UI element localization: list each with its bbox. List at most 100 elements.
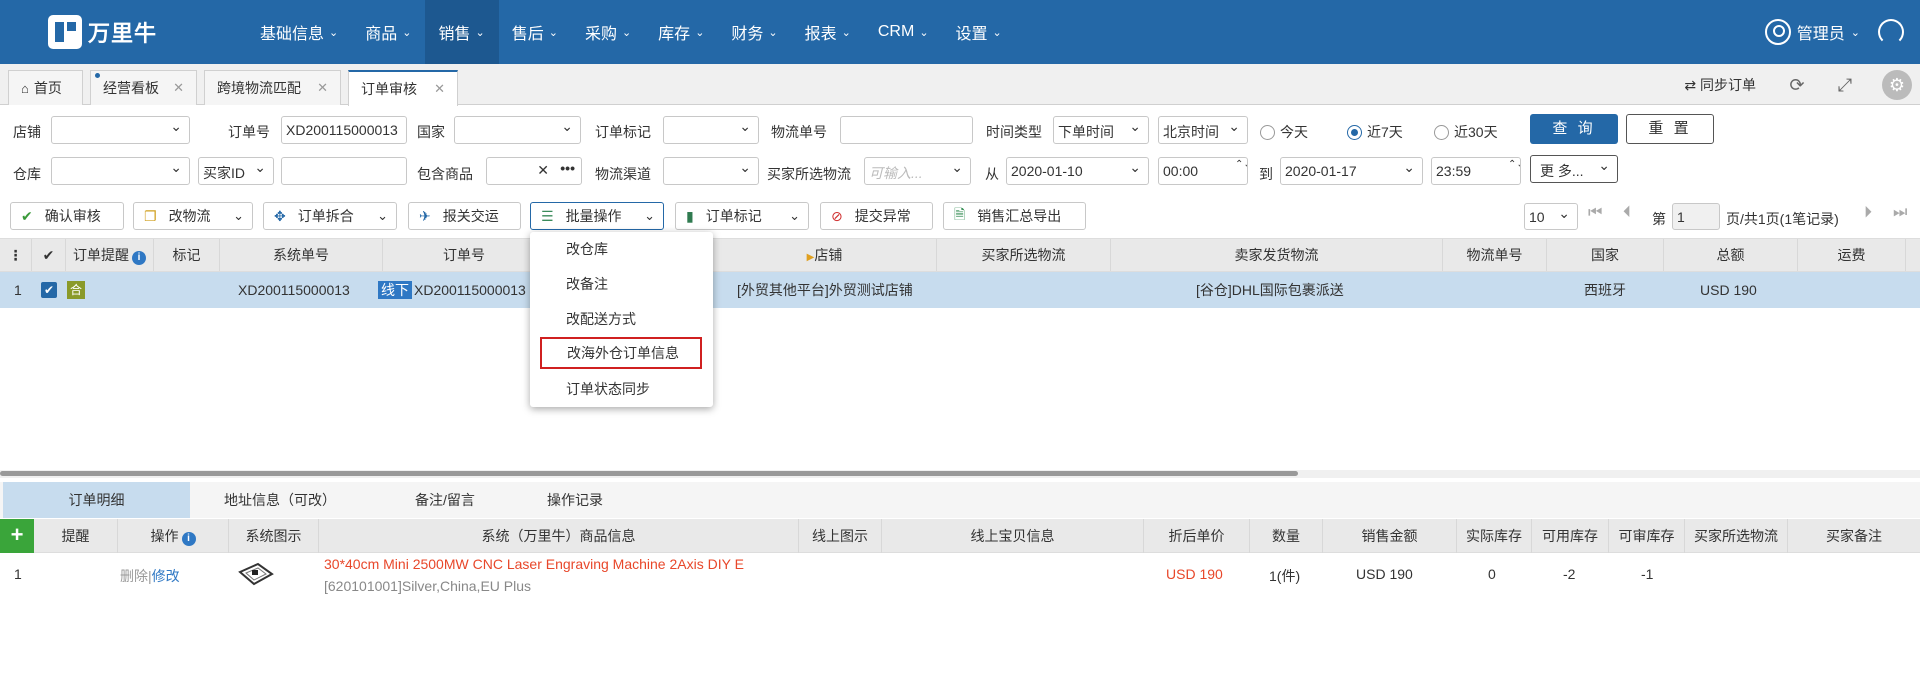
menu-item-change-delivery[interactable]: 改配送方式 (530, 305, 713, 333)
time-from-spinner[interactable]: 00:00 (1158, 157, 1248, 185)
nav-goods[interactable]: 商品 ⌄ (352, 0, 425, 64)
radio-today[interactable]: 今天 (1260, 122, 1308, 142)
sync-orders-button[interactable]: ⇄ 同步订单 (1684, 75, 1756, 95)
refresh-icon[interactable]: ⟳ (1786, 74, 1808, 96)
buyer-id-select[interactable]: 买家ID (198, 157, 274, 185)
submit-exception-button[interactable]: ⊘ 提交异常 (820, 202, 933, 230)
close-icon[interactable]: ✕ (317, 80, 328, 96)
time-to-spinner[interactable]: 23:59 (1431, 157, 1521, 185)
export-sales-summary-button[interactable]: 🗎 销售汇总导出 (943, 202, 1086, 230)
timezone-select[interactable]: 北京时间 (1158, 116, 1248, 144)
more-icon[interactable]: ••• (560, 160, 575, 176)
col-buyer-remark[interactable]: 买家备注 (1788, 519, 1920, 553)
contains-goods-input[interactable]: ✕ ••• (486, 157, 582, 185)
nav-settings[interactable]: 设置 ⌄ (943, 0, 1016, 64)
gear-icon[interactable]: ⚙ (1882, 69, 1912, 100)
col-total[interactable]: 总额 (1664, 239, 1798, 271)
col-sales-amount[interactable]: 销售金额 (1323, 519, 1457, 553)
col-system-no[interactable]: 系统单号 (220, 239, 383, 271)
info-icon[interactable]: i (132, 251, 146, 265)
col-online-image[interactable]: 线上图示 (799, 519, 882, 553)
order-mark-button[interactable]: ▮ 订单标记 ⌄ (675, 202, 809, 230)
headset-icon[interactable] (1878, 19, 1904, 45)
tab-order-audit[interactable]: 订单审核 ✕ (348, 70, 458, 106)
buyer-id-input[interactable] (281, 157, 407, 185)
col-online-item-info[interactable]: 线上宝贝信息 (882, 519, 1144, 553)
page-number-input[interactable]: 1 (1672, 203, 1720, 230)
close-icon[interactable]: ✕ (173, 80, 184, 96)
product-title[interactable]: 30*40cm Mini 2500MW CNC Laser Engraving … (324, 556, 794, 572)
nav-basic-info[interactable]: 基础信息 ⌄ (247, 0, 352, 64)
tab-dashboard[interactable]: 经营看板 ✕ (90, 70, 197, 105)
menu-item-status-sync[interactable]: 订单状态同步 (530, 375, 713, 403)
nav-finance[interactable]: 财务 ⌄ (718, 0, 791, 64)
col-shipping-fee[interactable]: 运费 (1798, 239, 1906, 271)
menu-item-change-remark[interactable]: 改备注 (530, 270, 713, 298)
scroll-thumb[interactable] (0, 471, 1298, 476)
more-filters-button[interactable]: 更 多... (1530, 155, 1618, 183)
nav-sales[interactable]: 销售 ⌄ (425, 0, 499, 64)
col-operation[interactable]: 操作 i (118, 519, 229, 553)
menu-item-overseas-order-info[interactable]: 改海外仓订单信息 (540, 337, 702, 369)
col-available-stock[interactable]: 可用库存 (1532, 519, 1609, 553)
col-seller-logistics[interactable]: 卖家发货物流 (1111, 239, 1443, 271)
last-page-icon[interactable]: ⏭ (1893, 204, 1907, 222)
clear-icon[interactable]: ✕ (537, 162, 549, 179)
add-item-button[interactable]: + (0, 519, 34, 553)
col-auditable-stock[interactable]: 可审库存 (1609, 519, 1685, 553)
nav-inventory[interactable]: 库存 ⌄ (645, 0, 718, 64)
col-actual-stock[interactable]: 实际库存 (1457, 519, 1532, 553)
col-shop[interactable]: ▶店铺 (713, 239, 937, 271)
tab-operation-log[interactable]: 操作记录 (520, 482, 630, 518)
split-merge-button[interactable]: ✥ 订单拆合 ⌄ (263, 202, 397, 230)
col-mark[interactable]: 标记 (154, 239, 220, 271)
tab-home[interactable]: ⌂ 首页 (8, 70, 83, 105)
col-order-reminder[interactable]: 订单提醒 i (66, 239, 154, 271)
info-icon[interactable]: i (181, 532, 196, 546)
shop-select[interactable] (51, 116, 190, 144)
query-button[interactable]: 查 询 (1530, 114, 1618, 144)
change-logistics-button[interactable]: ❐ 改物流 ⌄ (133, 202, 253, 230)
table-row[interactable]: 1 ✔ 合 XD200115000013 线下 XD200115000013 [外… (0, 272, 1920, 308)
col-buyer-logistics[interactable]: 买家所选物流 (1685, 519, 1788, 553)
nav-reports[interactable]: 报表 ⌄ (792, 0, 865, 64)
order-mark-select[interactable] (663, 116, 759, 144)
radio-last30[interactable]: 近30天 (1434, 122, 1498, 142)
fullscreen-icon[interactable]: ⤢ (1834, 74, 1856, 96)
tab-remarks[interactable]: 备注/留言 (370, 482, 520, 518)
edit-link[interactable]: 修改 (152, 568, 180, 584)
col-order-no[interactable]: 订单号 (383, 239, 546, 271)
col-system-goods-info[interactable]: 系统（万里牛）商品信息 (319, 519, 799, 553)
confirm-audit-button[interactable]: ✔ 确认审核 (10, 202, 124, 230)
horizontal-scrollbar[interactable] (0, 470, 1920, 478)
col-logistics-no[interactable]: 物流单号 (1443, 239, 1547, 271)
date-to-select[interactable]: 2020-01-17 (1280, 157, 1423, 185)
close-icon[interactable]: ✕ (434, 81, 445, 97)
first-page-icon[interactable]: ⏮ (1588, 204, 1602, 222)
prev-page-icon[interactable]: ⏴ (1623, 204, 1631, 222)
col-system-image[interactable]: 系统图示 (229, 519, 319, 553)
radio-last7[interactable]: 近7天 (1347, 122, 1403, 142)
tab-logistics-match[interactable]: 跨境物流匹配 ✕ (204, 70, 341, 105)
nav-crm[interactable]: CRM ⌄ (865, 0, 943, 64)
customs-ship-button[interactable]: ✈ 报关交运 (408, 202, 521, 230)
country-select[interactable] (454, 116, 581, 144)
col-quantity[interactable]: 数量 (1250, 519, 1323, 553)
nav-after-sales[interactable]: 售后 ⌄ (499, 0, 572, 64)
logo[interactable]: 万里牛 (0, 15, 190, 49)
column-menu-icon[interactable]: ⋮ (0, 239, 32, 271)
logistics-no-input[interactable] (840, 116, 973, 144)
tab-order-detail[interactable]: 订单明细 (3, 482, 190, 518)
page-size-select[interactable]: 10 (1524, 203, 1578, 230)
select-all-checkbox[interactable]: ✔ (32, 239, 66, 271)
delete-link[interactable]: 删除 (120, 568, 148, 584)
nav-purchase[interactable]: 采购 ⌄ (572, 0, 645, 64)
batch-operation-button[interactable]: ☰ 批量操作 ⌄ (530, 202, 664, 230)
logistics-channel-select[interactable] (663, 157, 759, 185)
warehouse-select[interactable] (51, 157, 190, 185)
col-country[interactable]: 国家 (1547, 239, 1664, 271)
date-from-select[interactable]: 2020-01-10 (1006, 157, 1149, 185)
next-page-icon[interactable]: ⏵ (1864, 204, 1872, 222)
row-checkbox[interactable]: ✔ (41, 282, 57, 298)
tab-address-info[interactable]: 地址信息（可改） (190, 482, 370, 518)
